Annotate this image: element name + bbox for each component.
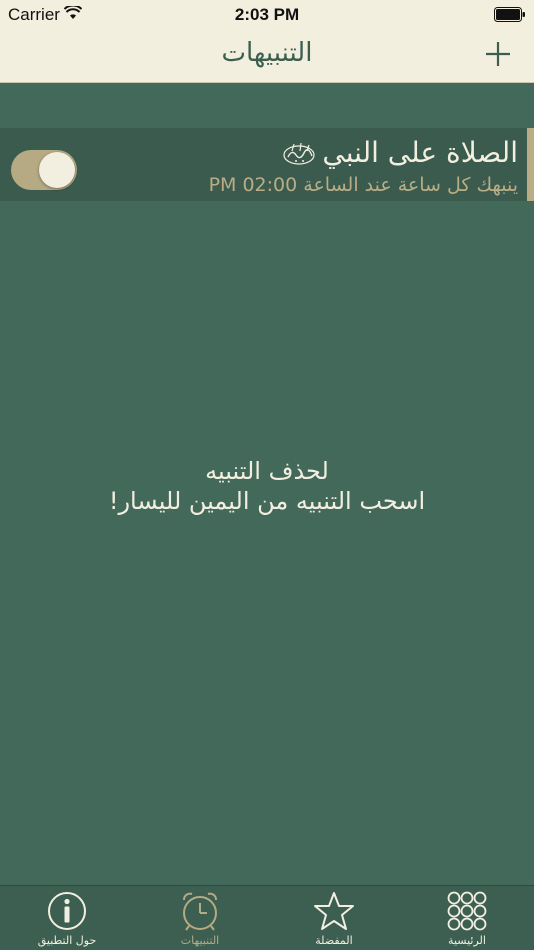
alert-toggle[interactable] bbox=[11, 150, 77, 190]
tab-favorites[interactable]: المفضلة bbox=[279, 890, 389, 950]
alert-accent-bar bbox=[527, 128, 534, 201]
status-bar: Carrier 2:03 PM bbox=[0, 0, 534, 30]
tab-about-label: حول التطبيق bbox=[37, 934, 97, 947]
tab-alerts[interactable]: التنبيهات bbox=[145, 890, 255, 950]
tab-home-label: الرئيسية bbox=[448, 934, 486, 947]
grid-icon bbox=[447, 891, 487, 931]
delete-hint: لحذف التنبيه اسحب التنبيه من اليمين لليس… bbox=[0, 456, 534, 516]
alert-title: الصلاة على النبي bbox=[282, 136, 518, 169]
info-icon bbox=[48, 892, 86, 930]
star-icon bbox=[314, 892, 354, 930]
alert-schedule: ينبهك كل ساعة عند الساعة 02:00 PM bbox=[208, 174, 518, 196]
battery-icon bbox=[494, 7, 525, 22]
delete-hint-line2: اسحب التنبيه من اليمين لليسار! bbox=[108, 487, 426, 515]
tab-alerts-label: التنبيهات bbox=[180, 934, 220, 947]
alert-title-text: الصلاة على النبي bbox=[322, 136, 518, 169]
pbuh-calligraphy-icon bbox=[283, 142, 315, 165]
page-title: التنبيهات bbox=[221, 38, 313, 68]
status-time: 2:03 PM bbox=[234, 5, 300, 24]
alert-row[interactable]: الصلاة على النبي ينبهك كل ساعة عند الساع… bbox=[0, 128, 534, 201]
tab-favorites-label: المفضلة bbox=[315, 934, 353, 947]
delete-hint-line1: لحذف التنبيه bbox=[205, 457, 329, 485]
alarm-clock-icon bbox=[183, 892, 217, 931]
add-alert-button[interactable] bbox=[484, 40, 512, 68]
toggle-knob bbox=[39, 152, 75, 188]
plus-icon bbox=[486, 42, 510, 66]
navigation-bar: التنبيهات bbox=[0, 30, 534, 83]
tab-home[interactable]: الرئيسية bbox=[412, 890, 522, 950]
tab-about[interactable]: حول التطبيق bbox=[12, 890, 122, 950]
tab-bar: حول التطبيق التنبيهات المفضلة الرئيسية bbox=[0, 885, 534, 950]
